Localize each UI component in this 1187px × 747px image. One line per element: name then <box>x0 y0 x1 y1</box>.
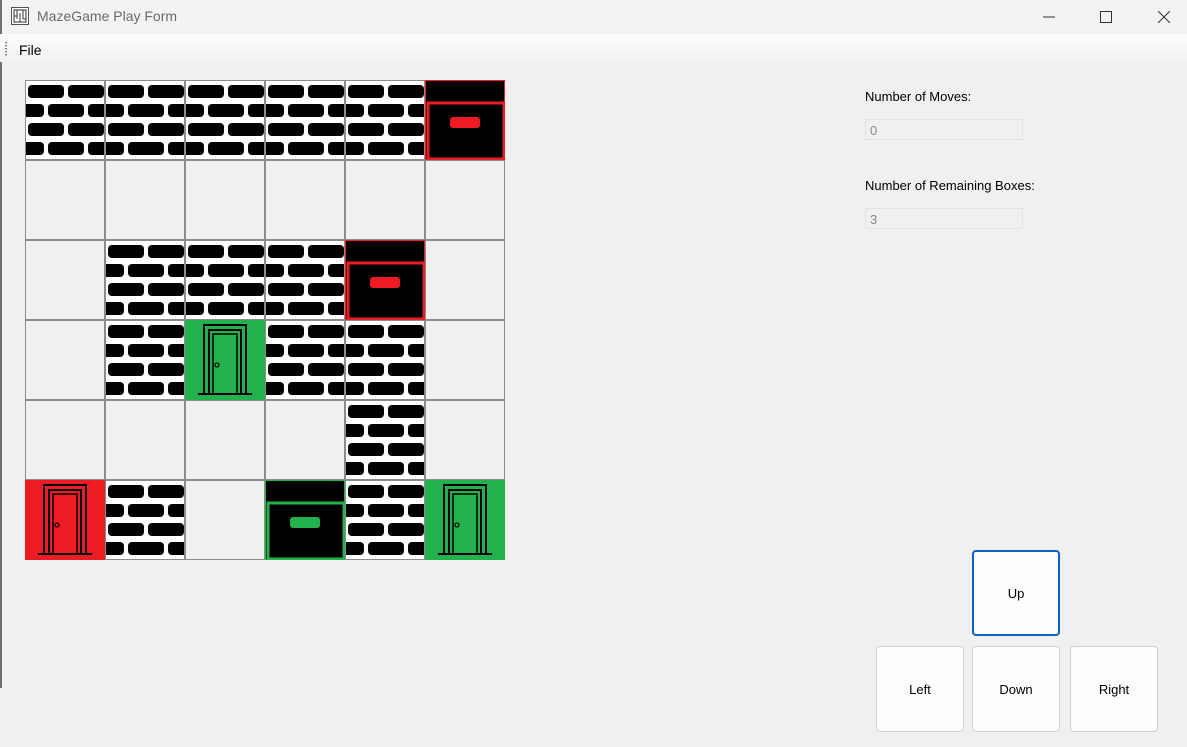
cell-wall <box>265 240 345 320</box>
cell-wall <box>105 480 185 560</box>
box-icon <box>426 81 504 159</box>
brick-wall-icon <box>106 245 184 315</box>
cell-wall <box>105 240 185 320</box>
cell-empty <box>25 400 105 480</box>
brick-wall-icon <box>346 405 424 475</box>
close-button[interactable] <box>1135 0 1187 34</box>
door-icon <box>26 481 104 559</box>
cell-empty <box>265 160 345 240</box>
right-button[interactable]: Right <box>1070 646 1158 732</box>
brick-wall-icon <box>346 325 424 395</box>
cell-empty <box>105 160 185 240</box>
cell-wall <box>105 80 185 160</box>
cell-empty <box>345 160 425 240</box>
box-icon <box>266 481 344 559</box>
window-edge <box>0 0 2 688</box>
remaining-boxes-label: Number of Remaining Boxes: <box>865 178 1035 193</box>
cell-red-door <box>25 480 105 560</box>
moves-field: 0 <box>865 119 1023 140</box>
cell-wall <box>265 80 345 160</box>
cell-empty <box>425 320 505 400</box>
menu-grip <box>5 42 7 56</box>
close-icon <box>1158 11 1170 23</box>
cell-empty <box>425 160 505 240</box>
brick-wall-icon <box>106 485 184 555</box>
maximize-button[interactable] <box>1077 0 1135 34</box>
brick-wall-icon <box>106 85 184 155</box>
cell-wall <box>345 400 425 480</box>
cell-wall <box>345 480 425 560</box>
brick-wall-icon <box>186 245 264 315</box>
window-title: MazeGame Play Form <box>37 8 178 24</box>
cell-red-box <box>345 240 425 320</box>
cell-empty <box>185 480 265 560</box>
cell-red-box <box>425 80 505 160</box>
brick-wall-icon <box>346 85 424 155</box>
cell-wall <box>25 80 105 160</box>
moves-label: Number of Moves: <box>865 89 972 104</box>
cell-empty <box>25 160 105 240</box>
cell-wall <box>265 320 345 400</box>
brick-wall-icon <box>266 245 344 315</box>
title-bar: MazeGame Play Form <box>0 0 1187 34</box>
cell-green-box <box>265 480 345 560</box>
down-button[interactable]: Down <box>972 646 1060 732</box>
cell-empty <box>25 240 105 320</box>
maze-app-icon <box>11 7 29 25</box>
maximize-icon <box>1100 11 1112 23</box>
menu-file[interactable]: File <box>19 42 42 58</box>
door-icon <box>426 481 504 559</box>
cell-empty <box>105 400 185 480</box>
brick-wall-icon <box>106 325 184 395</box>
up-button[interactable]: Up <box>972 550 1060 636</box>
cell-green-door <box>185 320 265 400</box>
brick-wall-icon <box>266 85 344 155</box>
cell-wall <box>185 80 265 160</box>
minimize-button[interactable] <box>1020 0 1078 34</box>
brick-wall-icon <box>26 85 104 155</box>
brick-wall-icon <box>266 325 344 395</box>
cell-green-door <box>425 480 505 560</box>
cell-empty <box>185 400 265 480</box>
cell-wall <box>345 80 425 160</box>
brick-wall-icon <box>346 485 424 555</box>
cell-wall <box>345 320 425 400</box>
door-icon <box>186 321 264 399</box>
cell-empty <box>425 400 505 480</box>
left-button[interactable]: Left <box>876 646 964 732</box>
cell-wall <box>105 320 185 400</box>
cell-empty <box>425 240 505 320</box>
remaining-boxes-field: 3 <box>865 208 1023 229</box>
minimize-icon <box>1043 16 1055 18</box>
menu-bar <box>0 34 1187 62</box>
cell-empty <box>25 320 105 400</box>
cell-wall <box>185 240 265 320</box>
box-icon <box>346 241 424 319</box>
cell-empty <box>265 400 345 480</box>
brick-wall-icon <box>186 85 264 155</box>
maze-board <box>25 80 507 562</box>
cell-empty <box>185 160 265 240</box>
